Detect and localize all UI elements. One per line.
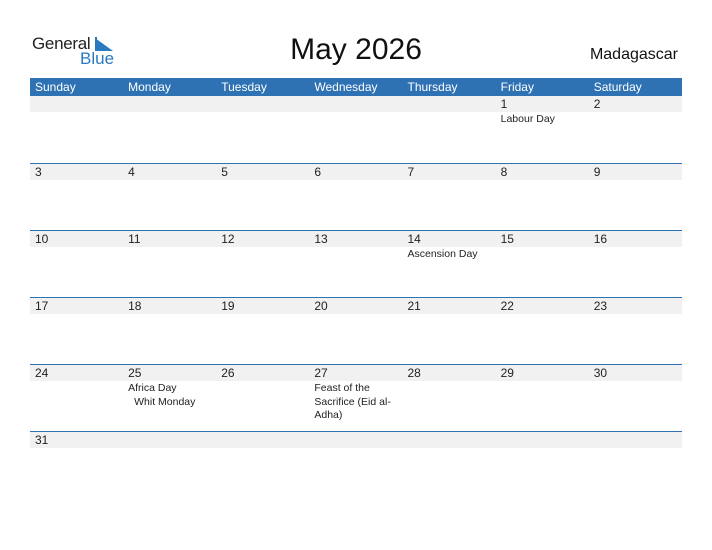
day-cell (309, 432, 402, 449)
day-number: 4 (128, 165, 135, 179)
day-cell: 7 (403, 164, 496, 230)
day-number: 28 (407, 366, 421, 380)
day-number: 6 (314, 165, 322, 179)
weekday-tuesday: Tuesday (221, 80, 267, 94)
day-cell (216, 96, 309, 163)
day-cell: 4 (123, 164, 216, 230)
day-cell: 18 (123, 298, 216, 364)
day-cell: 1 Labour Day (496, 96, 589, 163)
weekday-friday: Friday (500, 80, 534, 94)
day-cell (30, 96, 123, 163)
holiday-label: Africa Day (128, 382, 177, 394)
week-row: 17 18 19 20 21 22 23 (30, 297, 682, 364)
day-cell: 24 (30, 365, 123, 431)
day-number: 2 (593, 97, 601, 111)
day-number: 17 (35, 299, 49, 313)
day-cell (123, 432, 216, 449)
day-number: 23 (593, 299, 608, 313)
day-cell: 16 (589, 231, 682, 297)
day-number: 27 (314, 366, 328, 380)
weeks-container: 1 Labour Day 2 3 4 5 6 7 8 9 10 11 12 13 14 Ascension D… (30, 96, 682, 449)
weekday-saturday: Saturday (593, 80, 642, 94)
day-number: 12 (221, 232, 235, 246)
day-cell: 28 (403, 365, 496, 431)
week-row: 3 4 5 6 7 8 9 (30, 163, 682, 230)
day-cell: 10 (30, 231, 123, 297)
day-cell: 12 (216, 231, 309, 297)
holiday-label: Ascension Day (407, 248, 478, 260)
holiday-label: Whit Monday (134, 395, 196, 408)
day-cell (403, 432, 496, 449)
day-cell: 20 (309, 298, 402, 364)
day-cell: 29 (496, 365, 589, 431)
day-cell (403, 96, 496, 163)
weekday-monday: Monday (128, 80, 171, 94)
holiday-list: Africa Day Whit Monday (128, 382, 216, 409)
weekday-sunday: Sunday (35, 80, 76, 94)
day-cell: 27 Feast of the Sacrifice (Eid al-Adha) (309, 365, 402, 431)
day-number: 18 (128, 299, 142, 313)
day-cell: 30 (589, 365, 682, 431)
day-cell: 31 (30, 432, 123, 449)
day-number: 9 (593, 165, 601, 179)
holiday-list: Ascension Day (408, 248, 496, 262)
day-number: 8 (500, 165, 508, 179)
day-number: 3 (35, 165, 42, 179)
country-label: Madagascar (589, 46, 678, 63)
day-cell (589, 432, 682, 449)
day-cell (123, 96, 216, 163)
holiday-list: Labour Day (501, 113, 589, 127)
weekday-wednesday: Wednesday (314, 80, 378, 94)
day-cell: 17 (30, 298, 123, 364)
calendar-grid: Sunday Monday Tuesday Wednesday Thursday… (30, 78, 682, 449)
day-number: 30 (593, 366, 608, 380)
day-cell (496, 432, 589, 449)
day-number: 25 (128, 366, 142, 380)
week-row: 31 (30, 431, 682, 449)
week-row: 1 Labour Day 2 (30, 96, 682, 163)
day-cell: 21 (403, 298, 496, 364)
holiday-label: Labour Day (500, 113, 555, 125)
day-cell: 11 (123, 231, 216, 297)
day-number: 14 (407, 232, 421, 246)
day-number: 22 (500, 299, 514, 313)
day-number: 10 (35, 232, 49, 246)
day-cell: 22 (496, 298, 589, 364)
weekday-header: Sunday Monday Tuesday Wednesday Thursday… (30, 78, 682, 96)
day-cell: 8 (496, 164, 589, 230)
day-number: 1 (500, 97, 508, 111)
week-row: 24 25 Africa Day Whit Monday 26 27 Feast of th… (30, 364, 682, 431)
day-number: 21 (407, 299, 421, 313)
day-number: 31 (35, 433, 49, 447)
day-cell: 13 (309, 231, 402, 297)
day-number: 20 (314, 299, 328, 313)
day-cell: 2 (589, 96, 682, 163)
holiday-list: Feast of the Sacrifice (Eid al-Adha) (314, 382, 402, 423)
day-cell: 15 (496, 231, 589, 297)
day-number: 26 (221, 366, 235, 380)
day-number: 7 (407, 165, 415, 179)
day-cell: 5 (216, 164, 309, 230)
day-cell: 3 (30, 164, 123, 230)
day-cell (309, 96, 402, 163)
day-number: 19 (221, 299, 235, 313)
holiday-label: Feast of the Sacrifice (Eid al-Adha) (314, 382, 391, 421)
day-cell: 14 Ascension Day (403, 231, 496, 297)
day-cell: 6 (309, 164, 402, 230)
day-cell: 9 (589, 164, 682, 230)
day-number: 16 (593, 232, 608, 246)
day-number: 11 (128, 232, 141, 246)
day-cell: 25 Africa Day Whit Monday (123, 365, 216, 431)
weekday-thursday: Thursday (407, 80, 458, 94)
day-number: 15 (500, 232, 514, 246)
day-cell (216, 432, 309, 449)
day-number: 13 (314, 232, 328, 246)
week-row: 10 11 12 13 14 Ascension Day 15 16 (30, 230, 682, 297)
day-cell: 23 (589, 298, 682, 364)
day-number: 5 (221, 165, 228, 179)
day-cell: 19 (216, 298, 309, 364)
day-cell: 26 (216, 365, 309, 431)
day-number: 24 (35, 366, 49, 380)
day-number: 29 (500, 366, 514, 380)
